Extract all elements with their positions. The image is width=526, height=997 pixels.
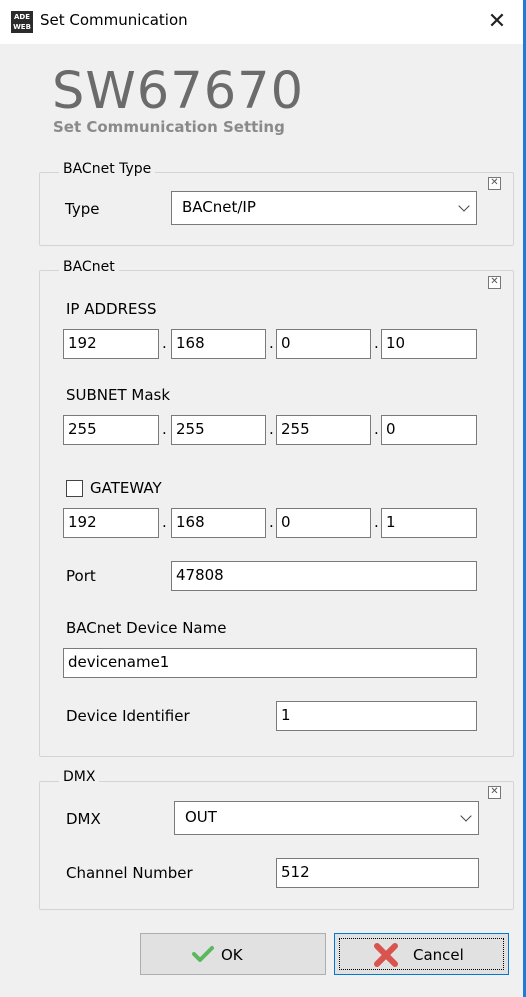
type-label: Type (65, 200, 100, 218)
subnet-dot: . (374, 420, 379, 438)
bacnet-type-legend: BACnet Type (59, 161, 156, 177)
ok-button[interactable]: OK (140, 933, 326, 975)
ip-octet-2[interactable]: 168 (171, 329, 266, 359)
gateway-checkbox[interactable] (66, 480, 83, 497)
subnet-octet-3[interactable]: 255 (276, 415, 371, 445)
check-icon (192, 946, 214, 962)
app-logo-icon: ADE WEB (11, 11, 33, 33)
device-name-label: BACnet Device Name (66, 619, 227, 637)
window-title: Set Communication (40, 11, 188, 29)
port-label: Port (66, 567, 96, 585)
channel-number-field[interactable]: 512 (276, 858, 479, 888)
chevron-down-icon (460, 810, 472, 822)
device-name-field[interactable]: devicename1 (63, 648, 477, 678)
title-bar[interactable]: ADE WEB Set Communication ✕ (0, 0, 523, 44)
collapse-bacnet-type-icon[interactable]: ✕ (488, 177, 501, 190)
subnet-octet-4[interactable]: 0 (381, 415, 477, 445)
ip-octet-4[interactable]: 10 (381, 329, 477, 359)
product-code: SW67670 (52, 62, 305, 121)
subnet-dot: . (162, 420, 167, 438)
gateway-dot: . (374, 513, 379, 531)
device-identifier-label: Device Identifier (66, 707, 190, 725)
ip-octet-3[interactable]: 0 (276, 329, 371, 359)
subnet-octet-1[interactable]: 255 (63, 415, 159, 445)
cancel-button[interactable]: Cancel (334, 933, 509, 975)
ip-dot: . (162, 334, 167, 352)
port-field[interactable]: 47808 (171, 561, 477, 591)
device-identifier-field[interactable]: 1 (276, 701, 477, 731)
gateway-octet-3[interactable]: 0 (276, 508, 371, 538)
type-select[interactable]: BACnet/IP (171, 191, 477, 225)
collapse-bacnet-icon[interactable]: ✕ (488, 276, 501, 289)
close-button[interactable]: ✕ (481, 6, 513, 38)
channel-number-label: Channel Number (66, 864, 193, 882)
bacnet-legend: BACnet (59, 259, 119, 275)
subnet-dot: . (269, 420, 274, 438)
cancel-x-icon (374, 943, 398, 967)
dmx-legend: DMX (59, 769, 100, 785)
ip-octet-1[interactable]: 192 (63, 329, 159, 359)
subnet-octet-2[interactable]: 255 (171, 415, 266, 445)
gateway-label: GATEWAY (90, 479, 162, 497)
set-communication-window: ADE WEB Set Communication ✕ SW67670 Set C… (0, 0, 526, 997)
dmx-select[interactable]: OUT (174, 801, 479, 835)
cancel-button-label: Cancel (413, 946, 464, 964)
gateway-octet-2[interactable]: 168 (171, 508, 266, 538)
page-subtitle: Set Communication Setting (53, 118, 285, 136)
chevron-down-icon (458, 200, 470, 212)
dmx-label: DMX (66, 810, 101, 828)
dmx-select-value: OUT (185, 808, 217, 826)
ip-dot: . (269, 334, 274, 352)
gateway-octet-4[interactable]: 1 (381, 508, 477, 538)
ip-dot: . (374, 334, 379, 352)
collapse-dmx-icon[interactable]: ✕ (488, 786, 501, 799)
type-select-value: BACnet/IP (182, 198, 256, 216)
subnet-mask-label: SUBNET Mask (66, 386, 171, 404)
gateway-octet-1[interactable]: 192 (63, 508, 159, 538)
gateway-dot: . (162, 513, 167, 531)
ok-button-label: OK (221, 946, 243, 964)
close-icon[interactable]: ✕ (488, 9, 506, 34)
ip-address-label: IP ADDRESS (66, 300, 157, 318)
gateway-dot: . (269, 513, 274, 531)
